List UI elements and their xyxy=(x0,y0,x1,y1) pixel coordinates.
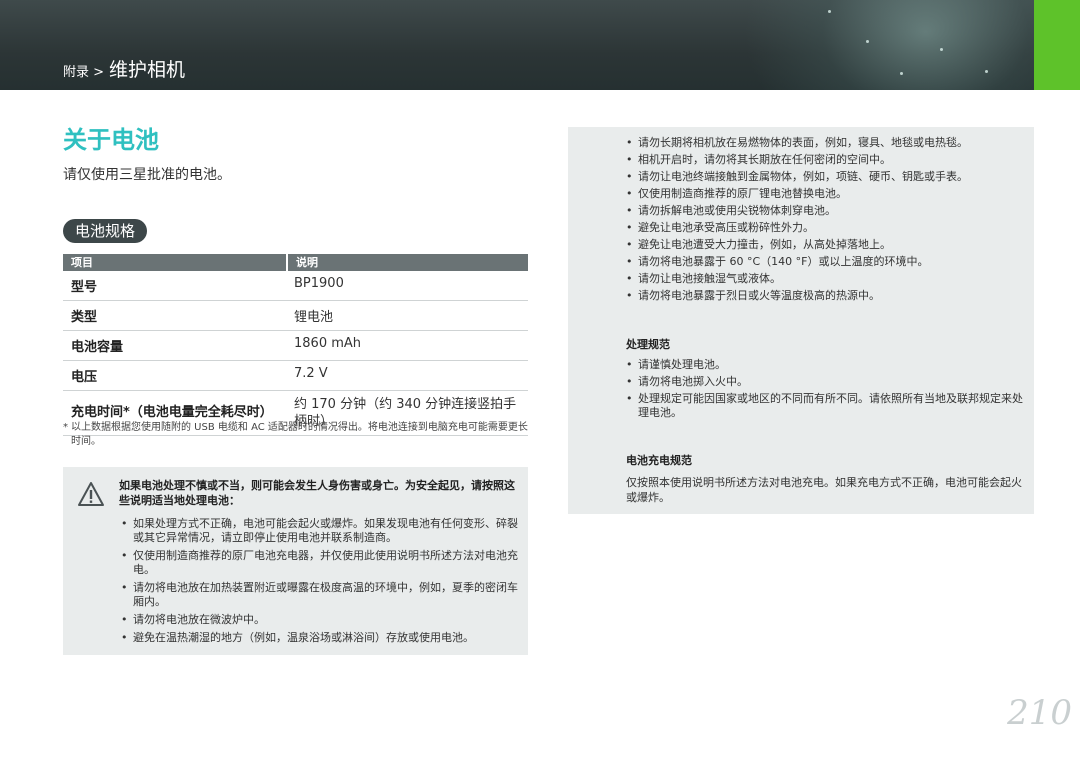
banner-sparkle xyxy=(828,10,831,13)
footnote: * 以上数据根据您使用随附的 USB 电缆和 AC 适配器时的情况得出。将电池连… xyxy=(63,421,528,449)
list-item: 请勿将电池暴露于 60 °C（140 °F）或以上温度的环境中。 xyxy=(626,255,1026,269)
page-number: 210 xyxy=(1007,693,1072,733)
footnote-mark: * xyxy=(63,422,68,433)
disposal-list: 请谨慎处理电池。 请勿将电池掷入火中。 处理规定可能因国家或地区的不同而有所不同… xyxy=(626,358,1026,423)
spec-item: 型号 xyxy=(71,280,98,295)
warning-heading: 如果电池处理不慎或不当，则可能会发生人身伤害或身亡。为安全起见，请按照这些说明适… xyxy=(119,479,515,507)
intro-text: 请仅使用三星批准的电池。 xyxy=(63,167,231,183)
page-title: 关于电池 xyxy=(63,126,159,154)
breadcrumb-current: 维护相机 xyxy=(109,59,186,81)
table-row: 型号 BP1900 xyxy=(63,271,528,301)
table-row: 类型 锂电池 xyxy=(63,301,528,331)
spec-item: 电压 xyxy=(71,370,98,385)
list-item: 处理规定可能因国家或地区的不同而有所不同。请依照所有当地及联邦规定来处理电池。 xyxy=(626,392,1026,420)
breadcrumb: 附录 > 维护相机 xyxy=(63,55,185,82)
spec-desc: 锂电池 xyxy=(294,310,334,325)
disposal-heading: 处理规范 xyxy=(626,338,670,351)
list-item: 请勿拆解电池或使用尖锐物体刺穿电池。 xyxy=(626,204,1026,218)
banner-sparkle xyxy=(866,40,869,43)
spec-desc: 7.2 V xyxy=(294,366,328,381)
header-banner: 附录 > 维护相机 xyxy=(0,0,1034,90)
charging-heading: 电池充电规范 xyxy=(626,454,692,467)
spec-item: 类型 xyxy=(71,310,98,325)
list-item: 避免让电池遭受大力撞击，例如，从高处掉落地上。 xyxy=(626,238,1026,252)
list-item: 避免让电池承受高压或粉碎性外力。 xyxy=(626,221,1026,235)
list-item: 请勿将电池放在加热装置附近或曝露在极度高温的环境中，例如，夏季的密闭车厢内。 xyxy=(121,581,519,609)
list-item: 请勿将电池暴露于烈日或火等温度极高的热源中。 xyxy=(626,289,1026,303)
list-item: 请勿长期将相机放在易燃物体的表面，例如，寝具、地毯或电热毯。 xyxy=(626,136,1026,150)
list-item: 仅使用制造商推荐的原厂锂电池替换电池。 xyxy=(626,187,1026,201)
table-row: 电压 7.2 V xyxy=(63,361,528,391)
warning-box: 如果电池处理不慎或不当，则可能会发生人身伤害或身亡。为安全起见，请按照这些说明适… xyxy=(63,467,528,655)
column-header-item: 项目 xyxy=(71,256,93,269)
banner-sparkle xyxy=(985,70,988,73)
list-item: 请勿将电池放在微波炉中。 xyxy=(121,613,519,627)
list-item: 相机开启时，请勿将其长期放在任何密闭的空间中。 xyxy=(626,153,1026,167)
list-item: 请勿将电池掷入火中。 xyxy=(626,375,1026,389)
precautions-list: 请勿长期将相机放在易燃物体的表面，例如，寝具、地毯或电热毯。 相机开启时，请勿将… xyxy=(626,136,1026,306)
warning-list: 如果处理方式不正确，电池可能会起火或爆炸。如果发现电池有任何变形、碎裂或其它异常… xyxy=(121,517,519,649)
list-item: 请勿让电池接触湿气或液体。 xyxy=(626,272,1026,286)
breadcrumb-parent[interactable]: 附录 > xyxy=(63,61,104,80)
list-item: 如果处理方式不正确，电池可能会起火或爆炸。如果发现电池有任何变形、碎裂或其它异常… xyxy=(121,517,519,545)
charging-text: 仅按照本使用说明书所述方法对电池充电。如果充电方式不正确，电池可能会起火或爆炸。 xyxy=(626,476,1022,504)
banner-glow xyxy=(744,0,1034,90)
table-header: 项目 说明 xyxy=(63,254,528,271)
section-label: 电池规格 xyxy=(63,219,148,243)
spec-table: 项目 说明 型号 BP1900 类型 锂电池 电池容量 1860 mAh 电压 … xyxy=(63,254,528,436)
list-item: 请勿让电池终端接触到金属物体，例如，项链、硬币、钥匙或手表。 xyxy=(626,170,1026,184)
spec-item: 电池容量 xyxy=(71,340,124,355)
chapter-tab[interactable] xyxy=(1034,0,1080,90)
list-item: 避免在温热潮湿的地方（例如，温泉浴场或淋浴间）存放或使用电池。 xyxy=(121,631,519,645)
table-row: 电池容量 1860 mAh xyxy=(63,331,528,361)
warning-triangle-icon xyxy=(78,482,104,506)
footnote-text: 以上数据根据您使用随附的 USB 电缆和 AC 适配器时的情况得出。将电池连接到… xyxy=(71,422,528,447)
list-item: 仅使用制造商推荐的原厂电池充电器，并仅使用此使用说明书所述方法对电池充电。 xyxy=(121,549,519,577)
spec-desc: 1860 mAh xyxy=(294,336,362,351)
precautions-box: 请勿长期将相机放在易燃物体的表面，例如，寝具、地毯或电热毯。 相机开启时，请勿将… xyxy=(568,127,1034,514)
spec-desc: BP1900 xyxy=(294,276,344,291)
banner-sparkle xyxy=(900,72,903,75)
list-item: 请谨慎处理电池。 xyxy=(626,358,1026,372)
banner-sparkle xyxy=(940,48,943,51)
column-header-desc: 说明 xyxy=(286,254,528,271)
